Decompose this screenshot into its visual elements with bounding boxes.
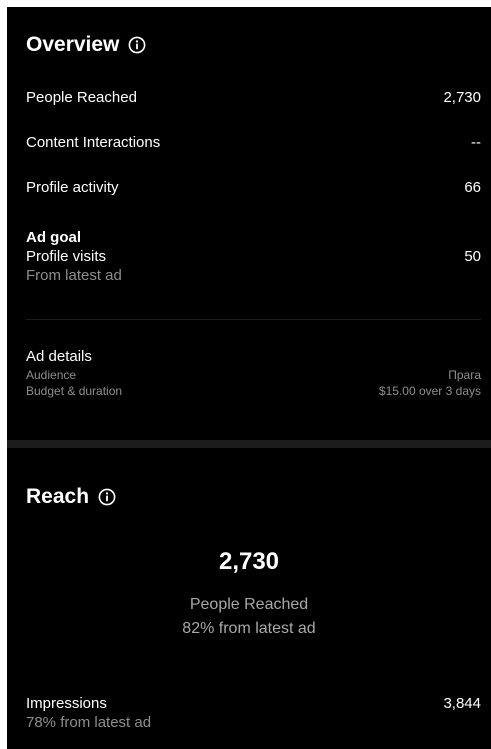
audience-label: Audience <box>26 368 77 382</box>
reach-number: 2,730 <box>218 548 280 575</box>
content-interactions-label: Content Interactions <box>26 134 161 151</box>
budget-label: Budget & duration <box>26 384 123 398</box>
content-interactions-value: -- <box>471 134 481 151</box>
overview-title: Overview <box>26 33 120 56</box>
overview-divider <box>26 319 481 320</box>
profile-activity-value: 66 <box>464 179 481 196</box>
profile-visits-label: Profile visits <box>26 248 107 265</box>
ad-details-heading: Ad details <box>26 348 92 365</box>
people-reached-value: 2,730 <box>443 89 481 106</box>
info-circle-icon[interactable] <box>98 488 116 506</box>
impressions-label: Impressions <box>26 695 107 712</box>
overview-header: Overview <box>26 33 146 57</box>
impressions-value: 3,844 <box>443 695 481 712</box>
reach-header: Reach <box>26 485 116 509</box>
reach-title: Reach <box>26 485 90 508</box>
reach-note: 82% from latest ad <box>182 620 316 637</box>
people-reached-label: People Reached <box>26 89 137 106</box>
budget-value: $15.00 over 3 days <box>378 384 481 398</box>
audience-value: Прага <box>448 368 481 382</box>
ad-goal-heading: Ad goal <box>26 229 81 246</box>
ad-goal-note: From latest ad <box>26 267 122 284</box>
info-circle-icon[interactable] <box>128 36 146 54</box>
impressions-note: 78% from latest ad <box>26 714 152 731</box>
profile-visits-value: 50 <box>464 248 481 265</box>
insights-screen: Overview People Reached 2,730 Content In… <box>7 7 491 749</box>
profile-activity-label: Profile activity <box>26 179 119 196</box>
reach-label: People Reached <box>189 596 309 613</box>
section-divider <box>7 440 491 448</box>
